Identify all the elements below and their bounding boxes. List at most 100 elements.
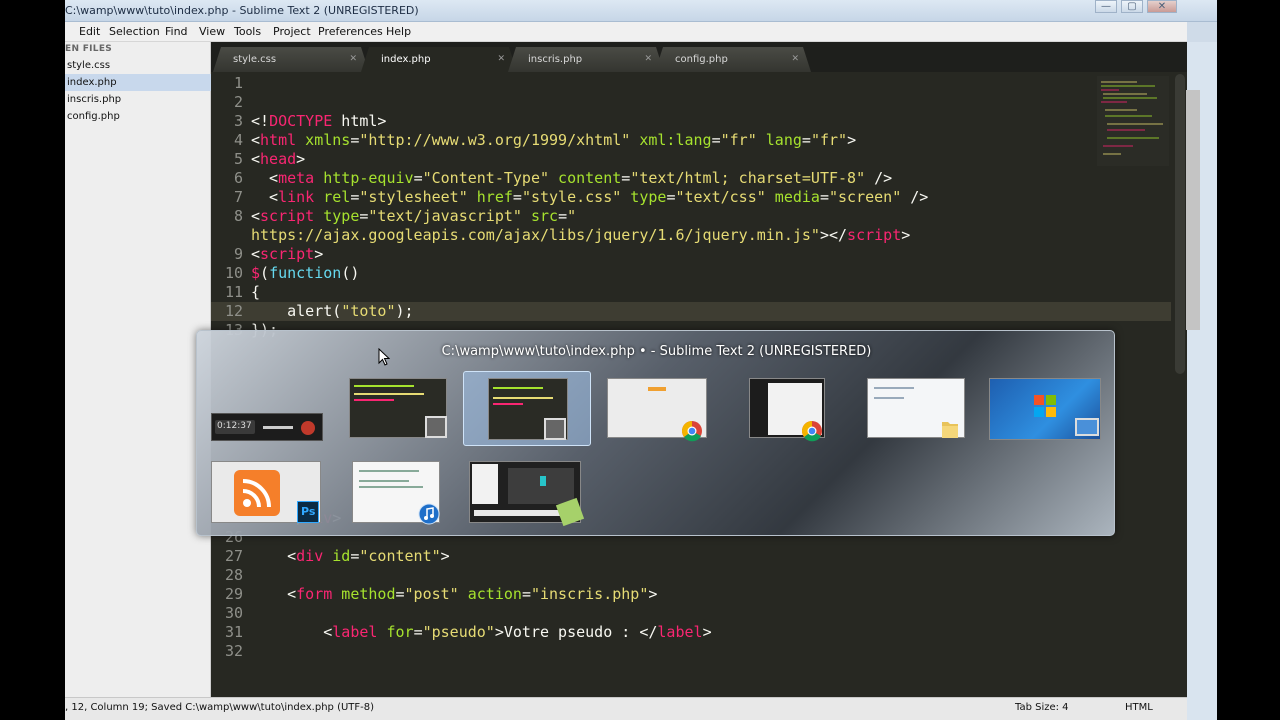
menu-view[interactable]: View [199, 25, 225, 38]
code-token: type [621, 188, 667, 206]
window-switcher: C:\wamp\www\tuto\index.php • - Sublime T… [196, 330, 1115, 536]
sublime-window-icon [425, 416, 447, 438]
thumb-desktop[interactable] [989, 376, 1103, 440]
code-token: http-equiv [314, 169, 414, 187]
sidebar: EN FILES style.css index.php inscris.php… [65, 42, 211, 697]
minimize-button[interactable]: — [1095, 0, 1117, 13]
close-icon[interactable]: ✕ [791, 47, 799, 72]
code-token: = [621, 169, 631, 187]
code-line[interactable]: 5 <head> [211, 150, 305, 169]
tab-label: config.php [675, 54, 728, 65]
menu-help[interactable]: Help [386, 25, 411, 38]
code-line[interactable]: 31 <label for="pseudo">Votre pseudo : </… [211, 623, 712, 642]
code-line[interactable]: 6 <meta http-equiv="Content-Type" conten… [211, 169, 892, 188]
code-line[interactable]: https://ajax.googleapis.com/ajax/libs/jq… [211, 226, 910, 245]
close-icon[interactable]: ✕ [497, 47, 505, 72]
status-bar: , 12, Column 19; Saved C:\wamp\www\tuto\… [65, 697, 1187, 720]
syntax-indicator[interactable]: HTML [1125, 702, 1153, 713]
code-token: /> [865, 169, 893, 187]
code-token: script [260, 207, 315, 225]
minimap[interactable] [1097, 76, 1169, 166]
code-token: media [765, 188, 820, 206]
sidebar-file-index-php[interactable]: index.php [65, 74, 211, 91]
code-line[interactable]: 10 $(function() [211, 264, 359, 283]
close-button[interactable]: ✕ [1147, 0, 1177, 13]
menu-tools[interactable]: Tools [234, 25, 261, 38]
sidebar-file-style-css[interactable]: style.css [65, 57, 211, 74]
page-scrollbar-thumb[interactable] [1186, 90, 1200, 330]
tab-config-php[interactable]: config.php ✕ [655, 47, 811, 72]
thumb-sublime-1[interactable] [347, 376, 453, 440]
line-number: 12 [224, 302, 243, 320]
code-line[interactable]: 12 alert("toto"); [211, 302, 1171, 321]
menu-edit[interactable]: Edit [79, 25, 100, 38]
code-line[interactable]: 2 [211, 93, 243, 112]
code-token: "style.css" [521, 188, 622, 206]
code-token: "stylesheet" [359, 188, 468, 206]
sidebar-file-config-php[interactable]: config.php [65, 108, 211, 125]
editor-scrollbar[interactable] [1175, 74, 1185, 374]
code-text: <head> [251, 150, 305, 169]
thumb-chrome-2[interactable] [747, 376, 853, 442]
code-line[interactable]: 1 [211, 74, 243, 93]
line-number: 32 [224, 642, 243, 660]
code-token: < [251, 188, 279, 206]
code-token: "fr" [720, 131, 757, 149]
thumb-sublime-selected[interactable] [463, 371, 591, 446]
close-icon[interactable]: ✕ [644, 47, 652, 72]
code-token: < [251, 169, 279, 187]
thumb-itunes[interactable] [352, 459, 458, 525]
line-number: 3 [233, 112, 243, 130]
code-line[interactable]: 9 <script> [211, 245, 323, 264]
code-token: > [648, 585, 658, 603]
code-line[interactable]: 29 <form method="post" action="inscris.p… [211, 585, 657, 604]
thumb-photoshop[interactable]: Ps [211, 459, 325, 523]
photoshop-icon: Ps [297, 501, 319, 523]
thumb-video-tool[interactable] [469, 459, 585, 527]
line-number: 8 [233, 207, 243, 225]
code-text: <script type="text/javascript" src=" [251, 207, 576, 226]
menu-selection[interactable]: Selection [109, 25, 160, 38]
mouse-cursor-icon [378, 348, 390, 366]
code-line[interactable]: 32 [211, 642, 243, 661]
code-line[interactable]: 30 [211, 604, 243, 623]
sidebar-file-inscris-php[interactable]: inscris.php [65, 91, 211, 108]
code-token: for [377, 623, 414, 641]
thumb-media-player[interactable]: 0:12:37 [211, 407, 326, 445]
tab-label: inscris.php [528, 54, 583, 65]
code-line[interactable]: 27 <div id="content"> [211, 547, 450, 566]
code-token: = [413, 169, 423, 187]
code-line[interactable]: 3 <!DOCTYPE html> [211, 112, 387, 131]
code-line[interactable]: 28 [211, 566, 243, 585]
code-line[interactable]: 11 { [211, 283, 260, 302]
title-bar: C:\wamp\www\tuto\index.php - Sublime Tex… [65, 0, 1217, 22]
code-token: = [558, 207, 568, 225]
tab-size-indicator[interactable]: Tab Size: 4 [1015, 702, 1069, 713]
code-token: { [251, 283, 261, 301]
code-token: script [260, 245, 315, 263]
tab-style-css[interactable]: style.css ✕ [213, 47, 369, 72]
thumb-explorer[interactable] [867, 376, 973, 440]
rss-icon [242, 479, 271, 508]
switcher-title: C:\wamp\www\tuto\index.php • - Sublime T… [441, 344, 872, 359]
code-line[interactable]: 7 <link rel="stylesheet" href="style.css… [211, 188, 928, 207]
close-icon[interactable]: ✕ [349, 47, 357, 72]
menu-find[interactable]: Find [165, 25, 188, 38]
tab-inscris-php[interactable]: inscris.php ✕ [508, 47, 664, 72]
code-line[interactable]: 8 <script type="text/javascript" src=" [211, 207, 576, 226]
code-token: DOCTYPE [269, 112, 333, 130]
menu-preferences[interactable]: Preferences [318, 25, 383, 38]
window-title: C:\wamp\www\tuto\index.php - Sublime Tex… [65, 4, 419, 17]
windows-logo-icon [1034, 395, 1056, 417]
code-token: > [314, 245, 324, 263]
code-token: = [395, 585, 405, 603]
tab-index-php[interactable]: index.php ✕ [361, 47, 517, 72]
maximize-button[interactable]: ▢ [1121, 0, 1143, 13]
thumb-chrome-1[interactable] [607, 376, 713, 442]
menu-project[interactable]: Project [273, 25, 311, 38]
code-token: script [847, 226, 902, 244]
code-token: >Votre pseudo : </ [494, 623, 658, 641]
code-token: href [467, 188, 513, 206]
line-number: 1 [233, 74, 243, 92]
code-line[interactable]: 4 <html xmlns = "http://www.w3.org/1999/xht… [211, 131, 856, 150]
